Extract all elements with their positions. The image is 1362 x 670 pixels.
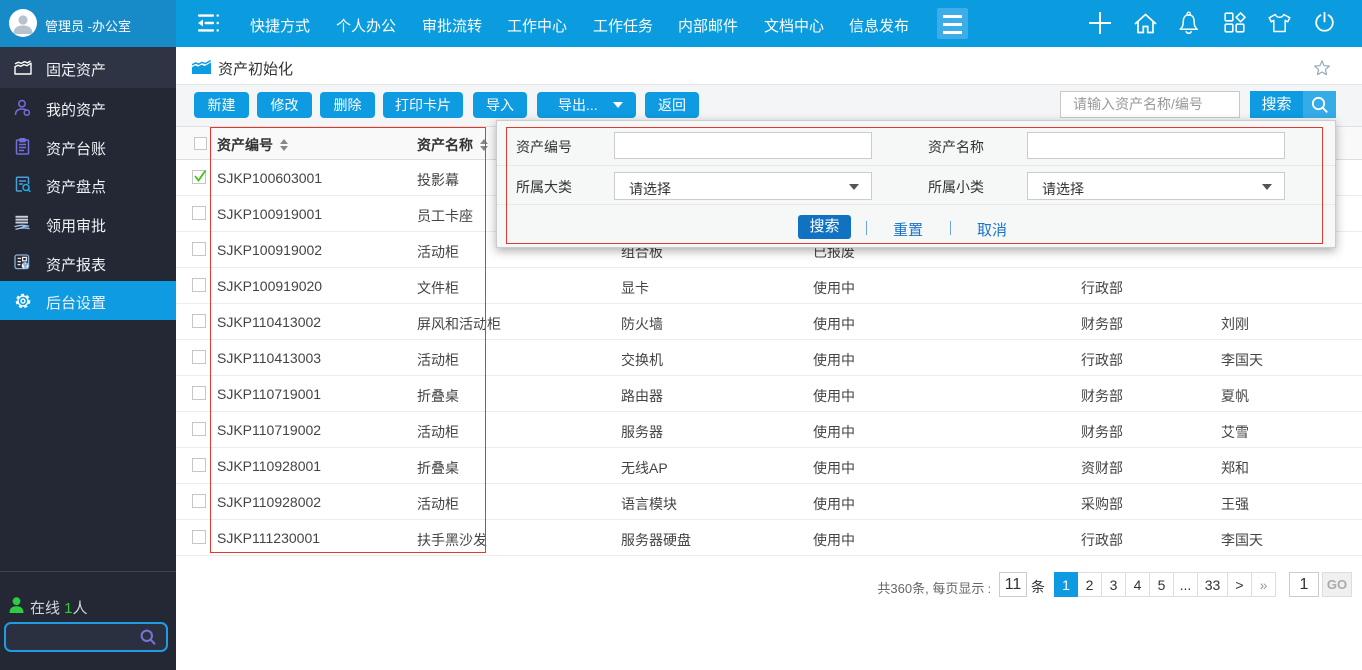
- svg-text:Y: Y: [23, 263, 28, 270]
